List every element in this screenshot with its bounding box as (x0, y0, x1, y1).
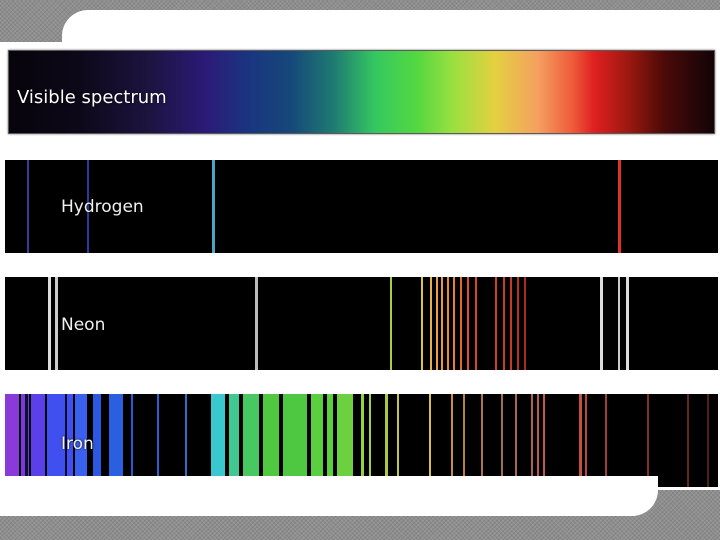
iron-line (501, 394, 503, 487)
iron-line (463, 394, 465, 487)
iron-line (537, 394, 539, 487)
iron-line (579, 394, 582, 487)
iron-band-blue (31, 394, 45, 487)
iron-band-violet (5, 394, 19, 487)
neon-line (430, 277, 432, 370)
neon-line (390, 277, 392, 370)
iron-line (397, 394, 399, 487)
iron-band-green (243, 394, 259, 487)
hydrogen-label: Hydrogen (61, 197, 144, 217)
iron-band-green (229, 394, 239, 487)
iron-line (531, 394, 533, 487)
neon-line (618, 277, 620, 370)
iron-line (605, 394, 607, 487)
iron-line (429, 394, 431, 487)
iron-line (369, 394, 371, 487)
iron-band-green (283, 394, 307, 487)
iron-line (361, 394, 364, 487)
neon-spectrum-strip: Neon (5, 277, 718, 370)
iron-band-green (263, 394, 279, 487)
neon-line (524, 277, 526, 370)
iron-band-green (327, 394, 333, 487)
neon-line (517, 277, 519, 370)
iron-line (707, 394, 709, 487)
hydrogen-spectrum-strip: Hydrogen (5, 160, 718, 253)
neon-line (453, 277, 455, 370)
hydrogen-line-violet-1 (27, 160, 29, 253)
neon-line (55, 277, 58, 370)
neon-line (447, 277, 449, 370)
neon-line (475, 277, 477, 370)
neon-line (460, 277, 462, 370)
iron-line (515, 394, 517, 487)
iron-band-green (311, 394, 323, 487)
iron-line (185, 394, 187, 487)
neon-line (510, 277, 512, 370)
visible-spectrum-label: Visible spectrum (17, 87, 167, 108)
hydrogen-line-red (618, 160, 621, 253)
neon-line (503, 277, 505, 370)
iron-band-green (337, 394, 353, 487)
iron-band-cyan (211, 394, 225, 487)
iron-line (157, 394, 159, 487)
frame-top-corner (62, 10, 720, 50)
frame-bottom-corner (0, 476, 658, 516)
iron-line (131, 394, 133, 487)
neon-line (495, 277, 497, 370)
iron-band-blue (109, 394, 123, 487)
iron-line (585, 394, 587, 487)
iron-label: Iron (61, 434, 94, 454)
visible-spectrum-strip: Visible spectrum (8, 50, 715, 134)
neon-line (255, 277, 258, 370)
slide-frame-top (0, 0, 720, 50)
hydrogen-line-cyan (212, 160, 215, 253)
neon-line (441, 277, 443, 370)
neon-line (421, 277, 423, 370)
neon-label: Neon (61, 315, 106, 335)
neon-line (436, 277, 438, 370)
neon-line (600, 277, 603, 370)
iron-line (687, 394, 689, 487)
neon-line (467, 277, 469, 370)
iron-line (647, 394, 649, 487)
iron-band-blue (93, 394, 101, 487)
iron-spectrum-strip: Iron (5, 394, 718, 487)
iron-line (481, 394, 483, 487)
neon-line (48, 277, 51, 370)
iron-lines (5, 394, 709, 487)
neon-line (626, 277, 629, 370)
iron-line (543, 394, 545, 487)
iron-line (25, 394, 28, 487)
neon-lines (48, 277, 629, 370)
slide-frame-bottom (0, 476, 720, 540)
iron-line (451, 394, 453, 487)
iron-line (385, 394, 388, 487)
